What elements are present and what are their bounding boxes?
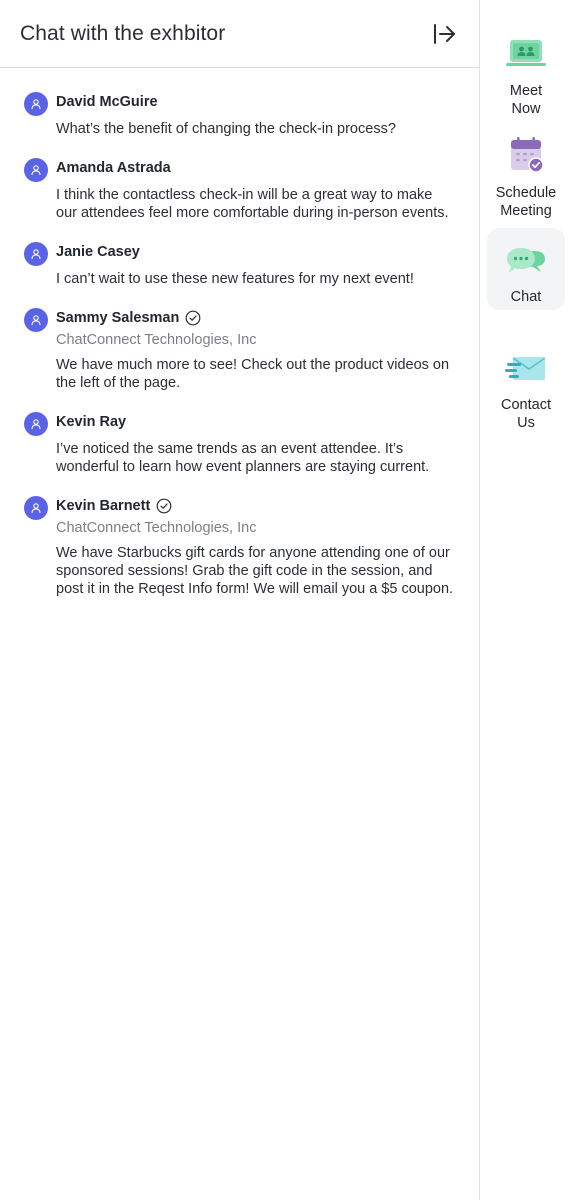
avatar	[24, 412, 48, 436]
rail-item-meet-now[interactable]: Meet Now	[487, 34, 565, 118]
message-body: Kevin Ray I’ve noticed the same trends a…	[56, 412, 457, 476]
rail-label-line: Schedule	[495, 185, 557, 201]
avatar	[24, 496, 48, 520]
rail-item-contact-us[interactable]: Contact Us	[487, 348, 565, 432]
chat-panel: Chat with the exhbitor David McGuire Wha…	[0, 0, 480, 1200]
message-company: ChatConnect Technologies, Inc	[56, 332, 257, 348]
message-header: David McGuire	[56, 92, 457, 112]
rail-item-chat[interactable]: Chat	[487, 228, 565, 310]
message-text: I think the contactless check-in will be…	[56, 187, 449, 221]
message-text: I’ve noticed the same trends as an event…	[56, 441, 430, 475]
calendar-check-icon	[504, 136, 548, 176]
rail-item-schedule-meeting[interactable]: Schedule Meeting	[487, 136, 565, 220]
chat-message: David McGuire What’s the benefit of chan…	[24, 92, 457, 138]
user-icon	[31, 249, 41, 260]
message-author: Sammy Salesman	[56, 310, 180, 326]
message-company: ChatConnect Technologies, Inc	[56, 520, 257, 536]
message-text: We have Starbucks gift cards for anyone …	[56, 545, 454, 597]
user-icon	[31, 99, 41, 110]
rail-label: Chat	[511, 288, 542, 306]
message-author: Kevin Barnett	[56, 498, 151, 514]
message-header: Sammy Salesman	[56, 308, 457, 328]
message-body: Amanda Astrada I think the contactless c…	[56, 158, 457, 222]
chat-header: Chat with the exhbitor	[0, 0, 479, 68]
rail-label-line: Meet	[509, 83, 543, 99]
chat-bubbles-icon	[504, 242, 548, 282]
rail-label-line: Now	[511, 101, 541, 117]
meet-now-icon	[504, 34, 548, 74]
avatar	[24, 308, 48, 332]
message-text: I can’t wait to use these new features f…	[56, 271, 414, 287]
message-body: Janie Casey I can’t wait to use these ne…	[56, 242, 457, 288]
message-body: Sammy Salesman ChatConnect Technologies,…	[56, 308, 457, 392]
rail-label-line: Us	[517, 415, 535, 431]
message-author: Amanda Astrada	[56, 160, 171, 176]
chat-message: Kevin Barnett ChatConnect Technologies, …	[24, 496, 457, 598]
user-icon	[31, 503, 41, 514]
message-header: Amanda Astrada	[56, 158, 457, 178]
avatar	[24, 242, 48, 266]
message-author: David McGuire	[56, 94, 158, 110]
chat-message: Kevin Ray I’ve noticed the same trends a…	[24, 412, 457, 476]
message-author: Janie Casey	[56, 244, 140, 260]
message-author: Kevin Ray	[56, 414, 127, 430]
rail-label: Meet Now	[510, 82, 542, 118]
rail-label-line: Meeting	[500, 203, 552, 219]
message-body: David McGuire What’s the benefit of chan…	[56, 92, 457, 138]
message-list: David McGuire What’s the benefit of chan…	[0, 68, 479, 598]
action-rail: Meet Now Schedule Meeting Chat Contact U…	[481, 0, 570, 1200]
message-header: Kevin Barnett	[56, 496, 457, 516]
user-icon	[31, 315, 41, 326]
chat-message: Janie Casey I can’t wait to use these ne…	[24, 242, 457, 288]
rail-label: Contact Us	[501, 396, 551, 432]
avatar	[24, 158, 48, 182]
user-icon	[31, 165, 41, 176]
message-text: What’s the benefit of changing the check…	[56, 121, 396, 137]
rail-label-line: Chat	[510, 289, 542, 305]
app-root: Chat with the exhbitor David McGuire Wha…	[0, 0, 570, 1200]
message-header: Janie Casey	[56, 242, 457, 262]
message-text: We have much more to see! Check out the …	[56, 357, 450, 391]
collapse-panel-button[interactable]	[431, 20, 459, 48]
user-icon	[31, 419, 41, 430]
arrow-right-to-bar-icon	[434, 23, 455, 44]
envelope-icon	[504, 348, 548, 388]
chat-message: Sammy Salesman ChatConnect Technologies,…	[24, 308, 457, 392]
message-header: Kevin Ray	[56, 412, 457, 432]
chat-message: Amanda Astrada I think the contactless c…	[24, 158, 457, 222]
rail-label-line: Contact	[501, 397, 551, 413]
verified-check-icon	[156, 498, 172, 514]
rail-label: Schedule Meeting	[496, 184, 556, 220]
avatar	[24, 92, 48, 116]
chat-title: Chat with the exhbitor	[20, 21, 226, 45]
verified-check-icon	[185, 310, 201, 326]
message-body: Kevin Barnett ChatConnect Technologies, …	[56, 496, 457, 598]
